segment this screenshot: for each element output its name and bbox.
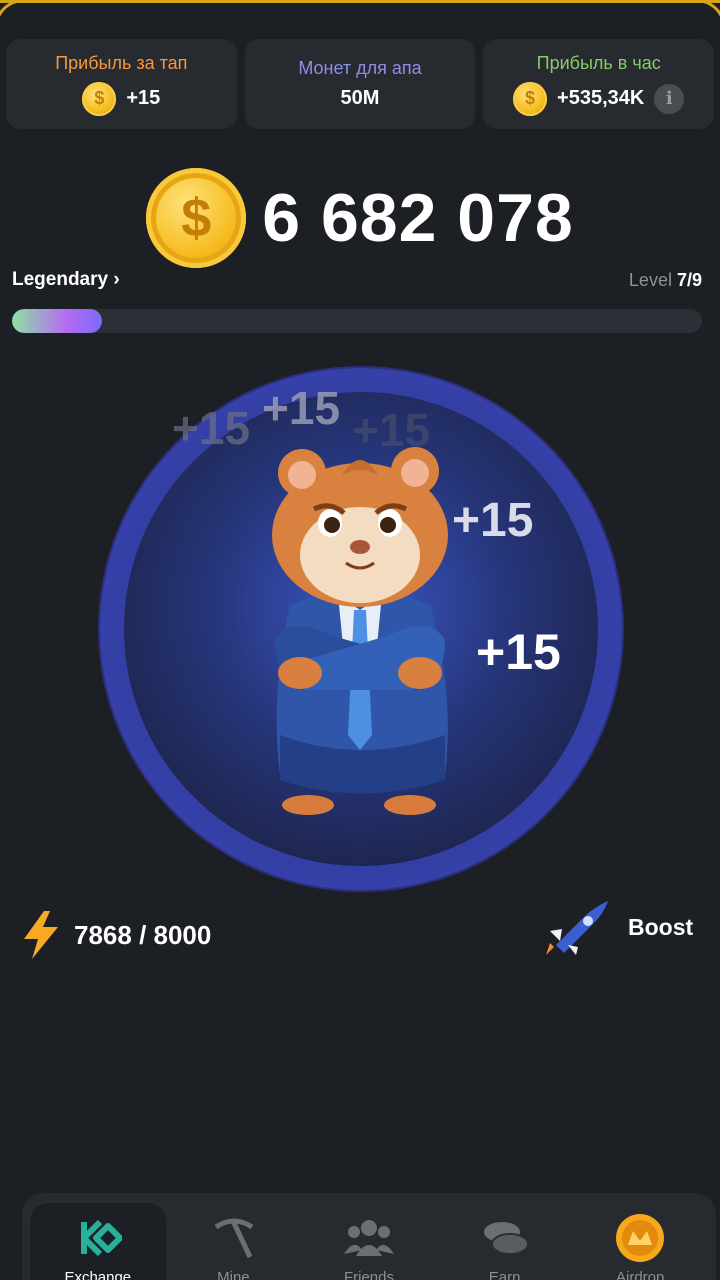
frame-corner-left: [0, 3, 84, 29]
rocket-icon: [546, 901, 608, 955]
lightning-icon: [24, 911, 58, 959]
coins-icon: [480, 1213, 530, 1263]
level-prefix: Level: [628, 269, 672, 290]
energy-value: 7868 / 8000: [74, 919, 212, 950]
nav-mine[interactable]: Mine: [166, 1203, 302, 1280]
stat-coins-to-level-up[interactable]: Монет для апа 50M: [244, 39, 476, 129]
nav-label: Airdrop: [615, 1269, 665, 1280]
balance-display: $ 6 682 078: [0, 163, 720, 273]
bottom-nav: Exchange Mine Friends Earn Airdrop: [22, 1193, 716, 1280]
frame-corner-right: [636, 3, 720, 29]
hamster-ceo-image[interactable]: [250, 435, 470, 825]
stat-label: Прибыль за тап: [55, 52, 188, 73]
level-progress-fill: [12, 309, 102, 333]
friends-icon: [343, 1213, 394, 1263]
nav-label: Mine: [217, 1269, 250, 1280]
nav-airdrop[interactable]: Airdrop: [572, 1203, 708, 1280]
stat-value: +535,34K: [557, 87, 645, 109]
pickaxe-icon: [208, 1213, 258, 1263]
coin-icon: $: [82, 81, 117, 116]
level-link[interactable]: Legendary ›: [12, 269, 120, 291]
info-icon[interactable]: i: [654, 83, 685, 114]
airdrop-icon: [615, 1213, 665, 1263]
level-indicator: Level 7/9: [629, 270, 702, 291]
stat-label: Прибыль в час: [536, 52, 661, 73]
nav-label: Exchange: [64, 1269, 132, 1280]
boost-label: Boost: [628, 913, 694, 940]
dollar-coin-icon: $: [146, 168, 247, 268]
tap-float-text: +15: [352, 404, 431, 456]
level-progress-bar: [12, 309, 702, 333]
level-value: 7/9: [676, 269, 702, 290]
energy-indicator: 7868 / 8000: [22, 911, 211, 959]
stat-label: Монет для апа: [298, 58, 422, 78]
app-screen: Прибыль за тап $ +15 Монет для апа 50M П…: [0, 0, 720, 1280]
tap-float-text: +15: [262, 382, 341, 434]
nav-exchange[interactable]: Exchange: [30, 1203, 166, 1280]
nav-label: Earn: [488, 1269, 521, 1280]
stat-value: 50M: [340, 87, 380, 109]
stat-value: +15: [126, 87, 161, 109]
level-row: Legendary › Level 7/9: [12, 269, 702, 291]
level-name: Legendary: [12, 269, 109, 290]
nav-earn[interactable]: Earn: [437, 1203, 573, 1280]
balance-amount: 6 682 078: [262, 180, 574, 256]
tap-float-text: +15: [452, 494, 534, 547]
nav-friends[interactable]: Friends: [301, 1203, 437, 1280]
chevron-right-icon: ›: [113, 269, 120, 290]
coin-icon: $: [513, 81, 548, 116]
tap-float-text: +15: [476, 624, 561, 680]
stats-bar: Прибыль за тап $ +15 Монет для апа 50M П…: [6, 39, 715, 129]
stat-profit-per-hour[interactable]: Прибыль в час $ +535,34K i: [483, 39, 715, 129]
nav-label: Friends: [343, 1269, 394, 1280]
boost-button[interactable]: Boost: [546, 899, 693, 955]
stat-profit-per-tap[interactable]: Прибыль за тап $ +15: [6, 39, 237, 129]
tap-float-text: +15: [172, 402, 251, 454]
exchange-icon: [73, 1213, 123, 1263]
